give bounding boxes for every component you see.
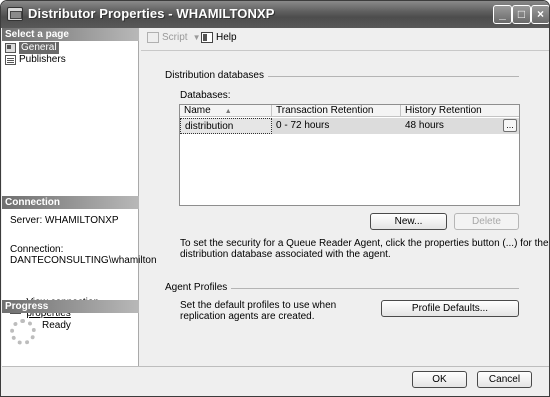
distribution-databases-group-label: Distribution databases [165, 70, 268, 81]
queue-reader-properties-button[interactable]: ... [503, 119, 517, 132]
column-header-name-label: Name [184, 105, 211, 116]
window-app-icon [7, 7, 23, 21]
databases-label: Databases: [180, 90, 231, 101]
close-button[interactable]: × [531, 5, 549, 24]
window-title: Distributor Properties - WHAMILTONXP [28, 6, 275, 21]
cell-database-name[interactable]: distribution [180, 118, 272, 134]
page-item-publishers[interactable]: Publishers [5, 54, 66, 66]
progress-header: Progress [2, 300, 139, 313]
script-label: Script [162, 32, 188, 43]
help-icon [201, 32, 213, 43]
cell-transaction-retention[interactable]: 0 - 72 hours [272, 118, 401, 134]
sort-ascending-icon: ▲ [224, 108, 232, 115]
grid-header: Name ▲ Transaction Retention History Rete… [180, 105, 519, 117]
select-page-header: Select a page [2, 28, 139, 41]
cell-history-retention[interactable]: 48 hours [401, 118, 501, 134]
table-row[interactable]: distribution 0 - 72 hours 48 hours ... [180, 118, 519, 134]
agent-profiles-group-label: Agent Profiles [165, 282, 232, 293]
script-icon [147, 32, 159, 43]
progress-status: Ready [42, 320, 71, 331]
help-button[interactable]: Help [201, 32, 237, 43]
page-item-general-label: General [19, 42, 59, 54]
ok-button[interactable]: OK [412, 371, 467, 388]
distribution-group-divider [251, 76, 519, 77]
agent-profiles-text-line-2: replication agents are created. [180, 311, 315, 322]
cancel-button[interactable]: Cancel [477, 371, 532, 388]
databases-grid[interactable]: Name ▲ Transaction Retention History Rete… [179, 104, 520, 206]
page-item-publishers-label: Publishers [19, 54, 66, 65]
distributor-properties-dialog: Distributor Properties - WHAMILTONXP _ □… [0, 0, 550, 397]
security-note-line-2: distribution database associated with th… [180, 249, 391, 260]
footer-divider [2, 366, 549, 367]
delete-database-button[interactable]: Delete [454, 213, 519, 230]
help-label: Help [216, 32, 237, 43]
connection-header: Connection [2, 196, 139, 209]
new-database-button[interactable]: New... [370, 213, 447, 230]
script-button[interactable]: Script ▼ [147, 32, 200, 43]
agent-profiles-group-divider [231, 288, 519, 289]
toolbar-separator [141, 50, 549, 51]
minimize-button[interactable]: _ [493, 5, 512, 24]
left-pane: Select a page General Publishers Connect… [2, 28, 157, 366]
column-header-transaction-retention[interactable]: Transaction Retention [272, 105, 401, 117]
server-name: Server: WHAMILTONXP [10, 215, 119, 226]
column-header-name[interactable]: Name ▲ [180, 105, 272, 117]
title-bar[interactable]: Distributor Properties - WHAMILTONXP _ □… [1, 1, 549, 28]
connection-value: DANTECONSULTING\whamilton [10, 255, 157, 266]
column-header-history-retention[interactable]: History Retention [401, 105, 519, 117]
publishers-page-icon [5, 55, 16, 65]
profile-defaults-button[interactable]: Profile Defaults... [381, 300, 519, 317]
page-item-general[interactable]: General [5, 42, 59, 54]
general-page-icon [5, 43, 16, 53]
maximize-button[interactable]: □ [512, 5, 531, 24]
toolbar: Script ▼ Help [141, 30, 549, 48]
script-dropdown-caret-icon[interactable]: ▼ [193, 33, 201, 42]
progress-spinner-icon [10, 319, 36, 345]
